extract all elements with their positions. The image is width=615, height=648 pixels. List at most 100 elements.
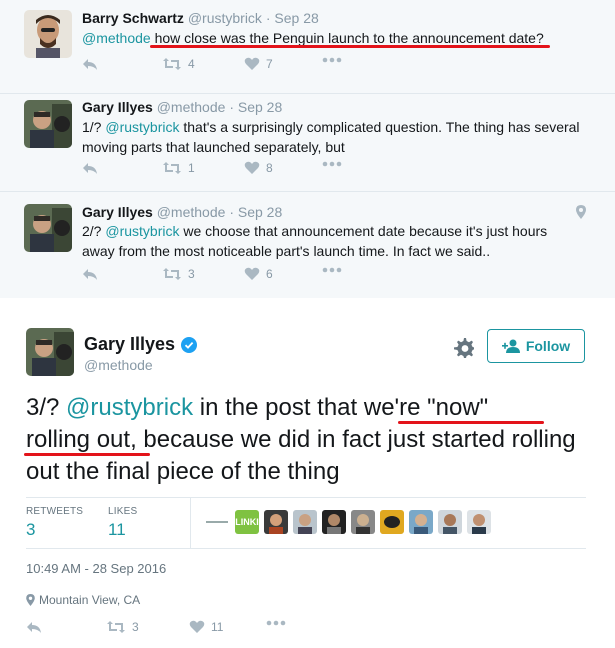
reply-button[interactable] bbox=[82, 57, 98, 71]
favoriter-avatar[interactable] bbox=[409, 510, 433, 534]
context-tweet-1[interactable]: Barry Schwartz @rustybrick · Sep 28 @met… bbox=[0, 0, 615, 94]
retweets-label: RETWEETS bbox=[26, 506, 84, 517]
follow-label: Follow bbox=[525, 338, 571, 354]
gear-icon[interactable] bbox=[454, 338, 474, 358]
favoriter-avatar[interactable] bbox=[380, 510, 404, 534]
author-name-row[interactable]: Gary Illyes bbox=[84, 334, 198, 355]
more-icon bbox=[322, 267, 342, 273]
author-handle[interactable]: @methode bbox=[157, 204, 226, 220]
location-pin-icon bbox=[26, 594, 35, 606]
like-count: 6 bbox=[266, 267, 273, 281]
divider bbox=[190, 498, 191, 548]
retweets-value: 3 bbox=[26, 520, 36, 539]
tweet-text: 3/? @rustybrick in the post that we're "… bbox=[26, 392, 586, 488]
retweets-stat[interactable]: RETWEETS 3 bbox=[26, 506, 83, 540]
retweet-button[interactable]: 3 bbox=[162, 267, 195, 281]
highlighted-phrase: rolling out, bbox=[26, 426, 137, 453]
main-tweet: Gary Illyes @methode Follow 3/? @rustybr… bbox=[0, 298, 615, 648]
favoriter-avatar[interactable] bbox=[293, 510, 317, 534]
favoriter-avatar[interactable] bbox=[467, 510, 491, 534]
like-button[interactable]: 6 bbox=[244, 267, 273, 281]
tweet-date[interactable]: Sep 28 bbox=[274, 10, 318, 26]
favoriter-avatar[interactable] bbox=[438, 510, 462, 534]
separator: · bbox=[265, 10, 271, 26]
mention-link[interactable]: @rustybrick bbox=[105, 119, 179, 135]
heart-icon bbox=[244, 267, 260, 280]
favoriter-avatar[interactable] bbox=[322, 510, 346, 534]
retweet-icon bbox=[163, 268, 181, 280]
author-name[interactable]: Gary Illyes bbox=[82, 99, 153, 115]
add-user-icon bbox=[501, 339, 520, 353]
more-icon bbox=[322, 57, 342, 63]
like-button[interactable]: 11 bbox=[189, 620, 223, 634]
more-button[interactable] bbox=[322, 57, 342, 63]
heart-icon bbox=[244, 57, 260, 70]
retweet-button[interactable]: 4 bbox=[162, 57, 195, 71]
avatar[interactable] bbox=[24, 204, 72, 252]
retweet-button[interactable]: 1 bbox=[162, 161, 195, 175]
more-button[interactable] bbox=[322, 267, 342, 273]
tweet-text: 1/? @rustybrick that's a surprisingly co… bbox=[82, 117, 582, 157]
favoriter-avatar[interactable]: LINKI bbox=[235, 510, 259, 534]
mention-link[interactable]: @rustybrick bbox=[105, 223, 179, 239]
separator: · bbox=[229, 99, 234, 115]
highlight-underline bbox=[398, 421, 544, 424]
thread-prefix: 1/? bbox=[82, 119, 106, 135]
thread-prefix: 3/? bbox=[26, 394, 67, 421]
mention-link[interactable]: @rustybrick bbox=[66, 394, 193, 421]
retweet-icon bbox=[107, 621, 125, 633]
author-name[interactable]: Gary Illyes bbox=[84, 334, 175, 355]
author-name[interactable]: Barry Schwartz bbox=[82, 10, 184, 26]
heart-icon bbox=[244, 161, 260, 174]
separator: · bbox=[229, 204, 234, 220]
favoriter-avatar[interactable] bbox=[264, 510, 288, 534]
verified-badge-icon bbox=[181, 336, 198, 353]
tweet-date[interactable]: Sep 28 bbox=[238, 204, 282, 220]
location-label: Mountain View, CA bbox=[39, 593, 141, 607]
author-handle[interactable]: @methode bbox=[84, 357, 153, 373]
highlight-underline bbox=[150, 45, 550, 48]
highlighted-phrase: we're "now" bbox=[363, 394, 489, 421]
retweet-button[interactable]: 3 bbox=[106, 620, 139, 634]
favoriter-avatar[interactable] bbox=[204, 510, 230, 534]
retweet-count: 4 bbox=[188, 57, 195, 71]
reply-icon bbox=[83, 269, 97, 280]
mention-link[interactable]: @methode bbox=[82, 30, 151, 46]
like-count: 11 bbox=[211, 620, 224, 634]
tweet-header: Gary Illyes @methode · Sep 28 bbox=[82, 99, 282, 115]
likes-stat[interactable]: LIKES 11 bbox=[108, 506, 137, 540]
retweet-icon bbox=[163, 58, 181, 70]
tweet-body-part: in the post that bbox=[193, 394, 364, 421]
author-name[interactable]: Gary Illyes bbox=[82, 204, 153, 220]
likes-value: 11 bbox=[108, 520, 126, 539]
context-tweet-2[interactable]: Gary Illyes @methode · Sep 28 1/? @rusty… bbox=[0, 94, 615, 192]
avatar[interactable] bbox=[26, 328, 74, 376]
retweet-count: 3 bbox=[132, 620, 139, 634]
like-button[interactable]: 7 bbox=[244, 57, 273, 71]
like-count: 7 bbox=[266, 57, 273, 71]
follow-button[interactable]: Follow bbox=[487, 329, 585, 363]
favoriter-avatar[interactable] bbox=[351, 510, 375, 534]
avatar[interactable] bbox=[24, 100, 72, 148]
tweet-date[interactable]: Sep 28 bbox=[238, 99, 282, 115]
more-icon bbox=[322, 161, 342, 167]
author-handle[interactable]: @methode bbox=[157, 99, 226, 115]
more-button[interactable] bbox=[322, 161, 342, 167]
more-button[interactable] bbox=[266, 620, 286, 626]
like-button[interactable]: 8 bbox=[244, 161, 273, 175]
tweet-timestamp[interactable]: 10:49 AM - 28 Sep 2016 bbox=[26, 561, 166, 576]
reply-button[interactable] bbox=[82, 267, 98, 281]
author-handle[interactable]: @rustybrick bbox=[188, 10, 262, 26]
reply-button[interactable] bbox=[26, 620, 42, 634]
location-pin-icon[interactable] bbox=[576, 205, 586, 219]
reply-icon bbox=[83, 59, 97, 70]
avatar[interactable] bbox=[24, 10, 72, 58]
reply-button[interactable] bbox=[82, 161, 98, 175]
favoriter-avatars: LINKI bbox=[204, 510, 491, 534]
tweet-header: Gary Illyes @methode · Sep 28 bbox=[82, 204, 282, 220]
more-icon bbox=[266, 620, 286, 626]
retweet-icon bbox=[163, 162, 181, 174]
heart-icon bbox=[189, 620, 205, 633]
tweet-location[interactable]: Mountain View, CA bbox=[26, 593, 140, 607]
context-tweet-3[interactable]: Gary Illyes @methode · Sep 28 2/? @rusty… bbox=[0, 192, 615, 298]
